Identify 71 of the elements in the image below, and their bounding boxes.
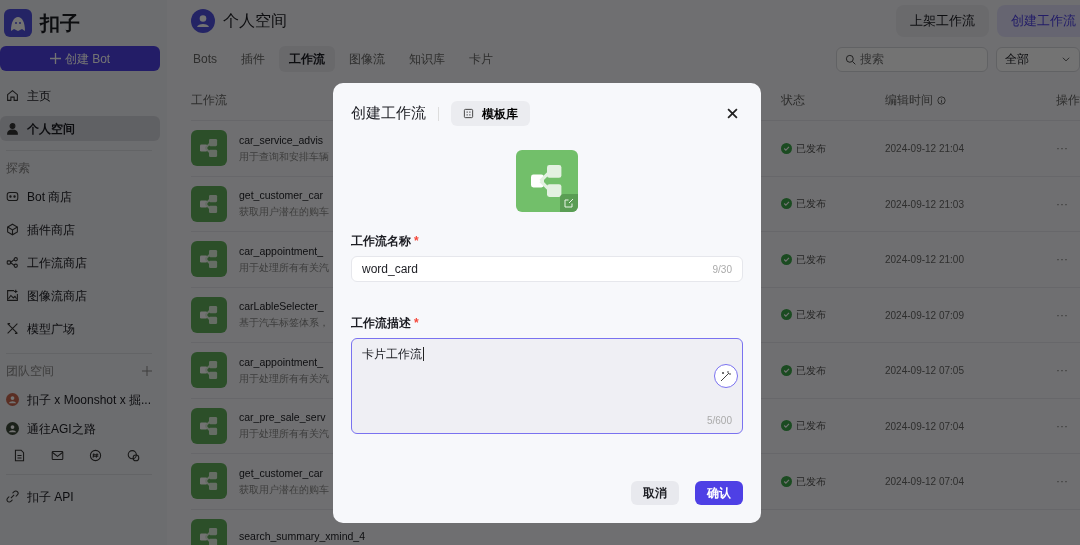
more-menu[interactable]: ··· — [1056, 416, 1068, 435]
workflow-name[interactable]: car_appointment_ — [239, 243, 329, 260]
confirm-button[interactable]: 确认 — [695, 481, 743, 505]
more-menu[interactable]: ··· — [1056, 194, 1068, 213]
sidebar-item[interactable]: 插件商店 — [0, 217, 160, 242]
tab[interactable]: 图像流 — [339, 46, 395, 72]
edit-time: 2024-09-12 21:04 — [885, 143, 964, 155]
more-menu[interactable]: ··· — [1056, 472, 1068, 491]
page-title: 个人空间 — [223, 11, 287, 31]
column-header: 状态 — [781, 92, 806, 109]
dialog-title: 创建工作流 — [351, 103, 426, 124]
status-text: 已发布 — [796, 363, 826, 378]
sidebar-item[interactable]: 个人空间 — [0, 116, 160, 141]
status-text: 已发布 — [796, 419, 826, 434]
required-mark: * — [414, 316, 419, 330]
more-menu[interactable]: ··· — [1056, 361, 1068, 380]
template-library-button[interactable]: 模板库 — [451, 101, 530, 126]
sidebar-item[interactable]: 主页 — [0, 83, 160, 108]
edit-time: 2024-09-12 07:05 — [885, 365, 964, 377]
char-count: 5/600 — [706, 414, 732, 428]
tab[interactable]: 工作流 — [279, 46, 335, 72]
edit-time: 2024-09-12 07:04 — [885, 420, 964, 432]
status-text: 已发布 — [796, 252, 826, 267]
header-button[interactable]: 创建工作流 — [997, 5, 1080, 37]
sidebar-item[interactable]: Bot 商店 — [0, 184, 160, 209]
name-field[interactable]: word_card 9/30 — [351, 256, 743, 282]
edit-time: 2024-09-12 07:09 — [885, 309, 964, 321]
team-item[interactable]: 扣子 x Moonshot x 掘... — [0, 387, 160, 412]
create-bot-button[interactable]: 创建 Bot — [0, 46, 160, 71]
field-label: 工作流描述 — [351, 316, 411, 330]
field-value: word_card — [362, 261, 419, 278]
search-input[interactable]: 搜索 — [860, 50, 970, 68]
column-header: 操作 — [1056, 92, 1080, 109]
more-menu[interactable]: ··· — [1056, 139, 1068, 158]
status-text: 已发布 — [796, 308, 826, 323]
field-label: 工作流名称 — [351, 234, 411, 248]
column-header: 工作流 — [191, 92, 228, 109]
tab[interactable]: 知识库 — [399, 46, 455, 72]
status-text: 已发布 — [796, 141, 826, 156]
field-value: 卡片工作流 — [362, 347, 422, 361]
workflow-name[interactable]: car_appointment_ — [239, 354, 329, 371]
filter-dropdown[interactable]: 全部 — [996, 46, 1080, 72]
required-mark: * — [414, 234, 419, 248]
workflow-name[interactable]: car_service_advis — [239, 132, 329, 149]
edit-time: 2024-09-12 21:03 — [885, 198, 964, 210]
header-button[interactable]: 上架工作流 — [896, 5, 989, 37]
status-text: 已发布 — [796, 197, 826, 212]
edit-time: 2024-09-12 21:00 — [885, 254, 964, 266]
sidebar-item[interactable]: 工作流商店 — [0, 250, 160, 275]
workflow-name[interactable]: get_customer_car — [239, 188, 329, 205]
cancel-button[interactable]: 取消 — [631, 481, 679, 505]
sidebar-item[interactable]: 扣子 API — [0, 484, 160, 509]
more-menu[interactable]: ··· — [1056, 305, 1068, 324]
workflow-name[interactable]: get_customer_car — [239, 465, 329, 482]
sidebar-item[interactable]: 模型广场 — [0, 316, 160, 341]
team-item[interactable]: 通往AGI之路 — [0, 416, 160, 441]
edit-time: 2024-09-12 07:04 — [885, 476, 964, 488]
sidebar-item[interactable]: 图像流商店 — [0, 283, 160, 308]
workflow-name[interactable]: search_summary_xmind_4 — [239, 528, 366, 545]
tab[interactable]: Bots — [183, 46, 227, 72]
status-text: 已发布 — [796, 474, 826, 489]
workflow-name[interactable]: carLableSelecter_ — [239, 299, 329, 316]
tab[interactable]: 卡片 — [459, 46, 503, 72]
column-header: 编辑时间 — [885, 92, 933, 109]
tab[interactable]: 插件 — [231, 46, 275, 72]
logo-text: 扣子 — [40, 11, 80, 36]
more-menu[interactable]: ··· — [1056, 250, 1068, 269]
search-field[interactable]: 搜索 — [836, 46, 988, 72]
description-field[interactable]: 卡片工作流 5/600 — [351, 338, 743, 434]
workflow-name[interactable]: car_pre_sale_serv — [239, 410, 329, 427]
char-count: 9/30 — [712, 262, 732, 277]
